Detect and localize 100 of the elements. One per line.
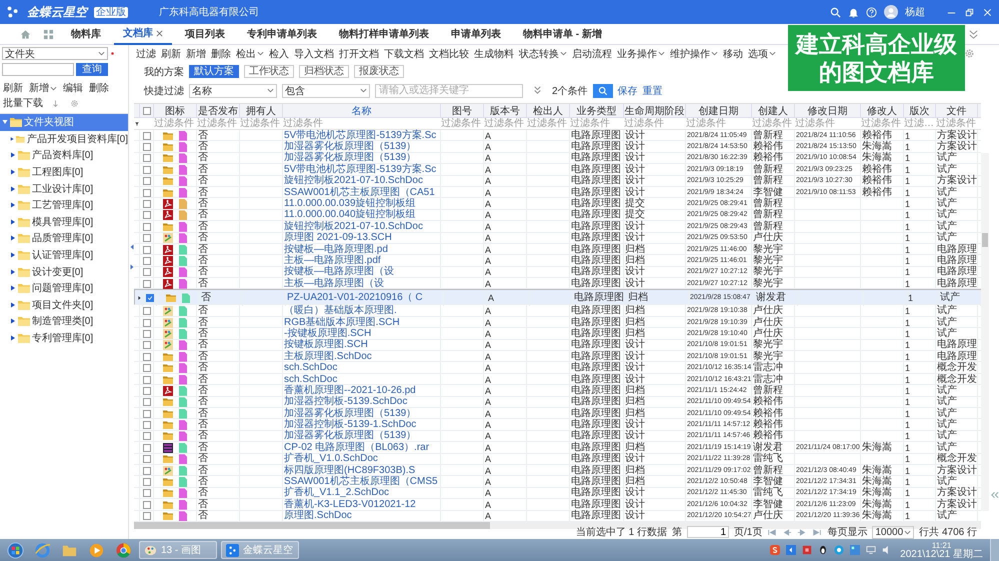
file-name-link[interactable]: 加湿器雾化板原理图（5139） xyxy=(284,408,416,419)
tree-item[interactable]: 项目文件夹[0] xyxy=(0,296,128,314)
network-icon[interactable] xyxy=(866,545,876,555)
settings-icon[interactable] xyxy=(964,48,975,59)
toolbar-button[interactable]: 编辑 xyxy=(63,81,83,95)
scheme-button[interactable]: 工作状态 xyxy=(244,65,294,78)
row-checkbox[interactable] xyxy=(143,268,151,276)
row-checkbox[interactable] xyxy=(143,352,151,361)
file-name-link[interactable]: 扩香机_V1.1_2.SchDoc xyxy=(284,488,390,498)
file-name-link[interactable]: RGB基础版本原理图.SCH xyxy=(284,318,400,328)
tab[interactable]: 申请单列表 xyxy=(442,24,510,44)
filter-field[interactable]: 过滤条件 xyxy=(795,118,861,129)
column-header[interactable]: 版本号 xyxy=(490,104,520,118)
previous-page-icon[interactable] xyxy=(782,528,792,536)
row-checkbox[interactable] xyxy=(143,234,151,242)
bell-icon[interactable] xyxy=(848,6,859,18)
toolbar-button[interactable]: 生成物料 xyxy=(474,46,514,60)
row-checkbox[interactable] xyxy=(143,489,151,498)
filter-field[interactable]: 过滤条件 xyxy=(527,118,570,129)
restore-icon[interactable] xyxy=(964,6,975,18)
expand-arrow-icon[interactable] xyxy=(10,202,16,208)
chevron-down-icon[interactable] xyxy=(968,28,979,40)
apps-icon[interactable] xyxy=(43,28,54,40)
chrome-icon[interactable] xyxy=(115,542,132,558)
row-checkbox[interactable] xyxy=(143,421,151,430)
file-name-link[interactable]: sch.SchDoc xyxy=(284,363,338,374)
toolbar-button[interactable]: 启动流程 xyxy=(572,46,612,60)
tree-item[interactable]: 工业设计库[0] xyxy=(0,180,128,197)
toolbar-button[interactable]: 移动 xyxy=(723,46,743,60)
file-name-link[interactable]: 原理图 2021-09-13.SCH xyxy=(284,233,392,244)
row-checkbox[interactable] xyxy=(143,432,151,440)
tab[interactable]: 项目列表 xyxy=(176,24,234,44)
scheme-button[interactable]: 报废状态 xyxy=(354,65,404,78)
filter-field[interactable]: 过滤条件 xyxy=(197,118,240,129)
row-checkbox[interactable] xyxy=(143,444,151,452)
tray-icon[interactable] xyxy=(802,545,812,555)
toolbar-button[interactable]: 业务操作 xyxy=(617,46,665,60)
row-checkbox[interactable] xyxy=(143,307,151,316)
toolbar-button[interactable]: 新增 xyxy=(186,46,206,60)
page-field[interactable]: 1 xyxy=(687,526,730,538)
row-checkbox[interactable] xyxy=(143,478,151,486)
scheme-button[interactable]: 默认方案 xyxy=(189,65,239,78)
toolbar-button[interactable]: 删除 xyxy=(211,46,231,60)
file-name-link[interactable]: 5V带电池机芯原理图-5139方案.Sc xyxy=(284,130,436,141)
collapse-arrow-icon[interactable] xyxy=(130,244,134,250)
file-name-link[interactable]: PZ-UA201-V01-20210916（ C xyxy=(287,293,423,304)
input-method-icon[interactable] xyxy=(770,545,780,555)
tree-item[interactable]: 问题管理库[0] xyxy=(0,280,128,297)
toolbar-button[interactable]: 过滤 xyxy=(136,46,156,60)
help-icon[interactable] xyxy=(866,6,877,18)
tree-item[interactable]: 模具管理库[0] xyxy=(0,214,128,230)
filter-field[interactable]: 过滤条件 xyxy=(441,118,484,129)
filter-field[interactable]: 过滤条件 xyxy=(861,118,904,129)
file-name-link[interactable]: 11.0.000.00.040旋钮控制板组 xyxy=(284,210,416,220)
file-name-link[interactable]: 按键板—电路原理图（设 xyxy=(284,267,394,278)
tree-item[interactable]: 工程图库[0] xyxy=(0,164,128,180)
reset-link[interactable]: 重置 xyxy=(642,84,663,98)
save-link[interactable]: 保存 xyxy=(618,84,638,98)
toolbar-button[interactable]: 删除 xyxy=(89,81,109,95)
tree-item[interactable]: 品质管理库[0] xyxy=(0,230,128,247)
first-page-icon[interactable] xyxy=(767,528,778,536)
tab[interactable]: 物料打样申请单列表 xyxy=(330,24,438,44)
file-name-link[interactable]: 加湿器控制板-5139-1.SchDoc xyxy=(284,420,416,430)
row-checkbox[interactable] xyxy=(143,364,151,372)
query-button[interactable]: 查询 xyxy=(76,63,108,76)
select-all-checkbox[interactable] xyxy=(143,107,151,115)
file-name-link[interactable]: 按键板—电路原理图.pd xyxy=(284,244,388,255)
row-checkbox[interactable] xyxy=(143,211,151,220)
file-name-link[interactable]: 旋钮控制板2021-07-10.SchDoc xyxy=(284,176,423,186)
tree-item[interactable]: 设计变更[0] xyxy=(0,263,128,280)
column-header[interactable]: 修改日期 xyxy=(808,104,848,118)
column-header[interactable]: 创建人 xyxy=(758,104,788,118)
column-header[interactable]: 图号 xyxy=(452,104,472,118)
tray-icon[interactable] xyxy=(834,545,844,555)
filter-field[interactable]: 过滤条件 xyxy=(154,118,197,129)
filter-field[interactable]: 过滤条件 xyxy=(752,118,795,129)
row-checkbox[interactable] xyxy=(143,410,151,418)
tree-item[interactable]: 工艺管理库[0] xyxy=(0,196,128,214)
filter-field[interactable]: 过滤条件 xyxy=(570,118,624,129)
toolbar-button[interactable]: 文档比较 xyxy=(429,46,469,60)
last-page-icon[interactable] xyxy=(812,528,822,536)
row-checkbox[interactable] xyxy=(143,177,151,186)
toolbar-button[interactable]: 打开文档 xyxy=(339,46,379,60)
toolbar-button[interactable]: 检入 xyxy=(269,46,289,60)
file-name-link[interactable]: 加湿器雾化板原理图（5139） xyxy=(284,153,416,164)
tray-icon[interactable] xyxy=(786,545,796,555)
filter-field[interactable]: 过滤条件 xyxy=(240,118,283,129)
toolbar-button[interactable]: 刷新 xyxy=(161,46,181,60)
filter-icon[interactable] xyxy=(135,120,139,126)
row-checkbox[interactable] xyxy=(143,166,151,174)
tab[interactable]: 物料申请单 - 新增 xyxy=(514,24,611,44)
row-checkbox[interactable] xyxy=(143,280,151,288)
tree-item[interactable]: 产品开发项目资料库[0] xyxy=(0,130,128,148)
file-name-link[interactable]: 主板—电路原理图.pdf xyxy=(284,256,381,266)
sort-icon[interactable] xyxy=(51,98,60,108)
search-icon[interactable] xyxy=(830,6,841,18)
filter-field[interactable]: 过滤条件 xyxy=(283,118,441,129)
close-icon[interactable] xyxy=(156,30,163,36)
folder-select[interactable]: 文件夹 xyxy=(2,47,108,60)
expand-arrow-icon[interactable] xyxy=(2,119,8,126)
